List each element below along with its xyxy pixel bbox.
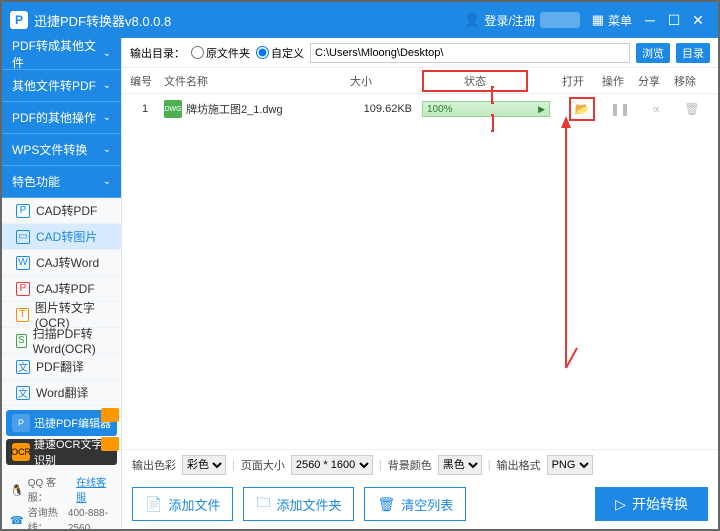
login-label: 登录/注册 [484, 12, 535, 29]
pdf-icon: P [16, 282, 30, 296]
output-path-bar: 输出目录： 原文件夹 自定义 浏览 目录 [122, 38, 718, 68]
start-convert-button[interactable]: ▷开始转换 [595, 487, 708, 521]
col-filename: 文件名称 [160, 73, 350, 89]
col-open: 打开 [562, 73, 602, 89]
table-header: 编号 文件名称 大小 状态 打开 操作 分享 移除 [122, 68, 718, 94]
cell-filename: DWG 牌坊施工图2_1.dwg [160, 100, 350, 118]
close-button[interactable]: ✕ [686, 12, 710, 29]
dwg-file-icon: DWG [164, 100, 182, 118]
radio-original-folder[interactable]: 原文件夹 [191, 45, 250, 61]
grid-icon: ▦ [592, 12, 604, 28]
sidebar-group-special[interactable]: 特色功能⌄ [2, 166, 121, 198]
scan-icon: S [16, 334, 27, 348]
bg-label: 背景颜色 [388, 457, 432, 473]
hot-badge-icon [101, 437, 119, 451]
play-icon: ▶ [538, 104, 545, 115]
menu-button[interactable]: ▦ 菜单 [592, 12, 632, 29]
sidebar-group-pdf-to-other[interactable]: PDF转成其他文件⌄ [2, 38, 121, 70]
word-icon: W [16, 256, 30, 270]
col-status: 状态 [422, 70, 562, 92]
action-bar: 📄添加文件 🗀添加文件夹 🗑清空列表 ▷开始转换 [122, 479, 718, 529]
sidebar-item-cad-to-image[interactable]: ▭CAD转图片 [2, 224, 121, 250]
table-row[interactable]: 1 DWG 牌坊施工图2_1.dwg 109.62KB 100%▶ 📂 ❚❚ ∝… [122, 94, 718, 124]
chevron-down-icon: ⌄ [103, 80, 111, 91]
trash-icon: 🗑 [377, 496, 395, 513]
doc-icon: P [16, 204, 30, 218]
color-label: 输出色彩 [132, 457, 176, 473]
sidebar-footer: 🐧QQ 客服：在线客服 ☎咨询热线：400-888-2560 ⌂官网地址 帮助中… [2, 472, 121, 529]
cell-open[interactable]: 📂 [562, 97, 602, 121]
play-circle-icon: ▷ [615, 496, 626, 513]
output-label: 输出目录： [130, 45, 185, 61]
chevron-down-icon: ⌄ [103, 48, 111, 59]
titlebar: P 迅捷PDF转换器v8.0.0.8 👤 登录/注册 ▦ 菜单 ─ ☐ ✕ [2, 2, 718, 38]
col-remove: 移除 [674, 73, 710, 89]
radio-custom-folder[interactable]: 自定义 [256, 45, 304, 61]
output-path-input[interactable] [310, 43, 630, 63]
member-badge [540, 12, 580, 28]
hot-badge-icon [101, 408, 119, 422]
add-file-button[interactable]: 📄添加文件 [132, 487, 233, 521]
folder-open-icon: 📂 [573, 101, 591, 117]
login-button[interactable]: 👤 登录/注册 [464, 12, 580, 29]
format-select[interactable]: PNG [547, 455, 593, 475]
clear-list-button[interactable]: 🗑清空列表 [364, 487, 466, 521]
user-icon: 👤 [464, 12, 480, 28]
cell-status: 100%▶ [422, 89, 562, 129]
share-button[interactable]: ∝ [638, 102, 674, 116]
page-label: 页面大小 [241, 457, 285, 473]
dir-button[interactable]: 目录 [676, 43, 710, 63]
image-icon: ▭ [16, 230, 30, 244]
col-share: 分享 [638, 73, 674, 89]
chevron-down-icon: ⌄ [103, 176, 111, 187]
col-operate: 操作 [602, 73, 638, 89]
qq-link[interactable]: 在线客服 [76, 476, 113, 506]
app-logo-icon: P [10, 11, 28, 29]
sidebar-item-pdf-translate[interactable]: 文PDF翻译 [2, 354, 121, 380]
col-index: 编号 [130, 73, 160, 89]
translate-icon: 文 [16, 386, 30, 400]
bg-color-select[interactable]: 黑色 [438, 455, 482, 475]
file-table: 编号 文件名称 大小 状态 打开 操作 分享 移除 1 DWG 牌坊施工图2_1… [122, 68, 718, 449]
chevron-down-icon: ⌄ [103, 112, 111, 123]
phone-icon: ☎ [10, 514, 24, 529]
editor-icon: P [12, 414, 30, 432]
delete-button[interactable]: 🗑 [674, 102, 710, 116]
options-bar: 输出色彩 彩色 | 页面大小 2560 * 1600 | 背景颜色 黑色 | 输… [122, 449, 718, 479]
sidebar-group-wps[interactable]: WPS文件转换⌄ [2, 134, 121, 166]
add-folder-button[interactable]: 🗀添加文件夹 [243, 487, 354, 521]
chevron-down-icon: ⌄ [103, 144, 111, 155]
page-size-select[interactable]: 2560 * 1600 [291, 455, 373, 475]
minimize-button[interactable]: ─ [638, 12, 662, 28]
file-plus-icon: 📄 [145, 496, 162, 513]
folder-plus-icon: 🗀 [256, 492, 270, 516]
fmt-label: 输出格式 [497, 457, 541, 473]
sidebar-item-scan-pdf-word[interactable]: S扫描PDF转Word(OCR) [2, 328, 121, 354]
sidebar-item-caj-to-word[interactable]: WCAJ转Word [2, 250, 121, 276]
sidebar-item-word-translate[interactable]: 文Word翻译 [2, 380, 121, 406]
annotation-arrow-icon [122, 68, 718, 449]
promo-pdf-editor[interactable]: P 迅捷PDF编辑器 [6, 410, 117, 436]
cell-index: 1 [130, 103, 160, 115]
sidebar-group-other-to-pdf[interactable]: 其他文件转PDF⌄ [2, 70, 121, 102]
menu-label: 菜单 [608, 12, 632, 29]
qq-icon: 🐧 [10, 484, 24, 499]
sidebar: PDF转成其他文件⌄ 其他文件转PDF⌄ PDF的其他操作⌄ WPS文件转换⌄ … [2, 38, 122, 529]
sidebar-item-cad-to-pdf[interactable]: PCAD转PDF [2, 198, 121, 224]
sidebar-group-pdf-ops[interactable]: PDF的其他操作⌄ [2, 102, 121, 134]
maximize-button[interactable]: ☐ [662, 12, 686, 29]
col-size: 大小 [350, 73, 422, 89]
translate-icon: 文 [16, 360, 30, 374]
content-area: 输出目录： 原文件夹 自定义 浏览 目录 编号 文件名称 大小 状态 打开 操作… [122, 38, 718, 529]
ocr-promo-icon: OCR [12, 443, 30, 461]
pause-button[interactable]: ❚❚ [602, 102, 638, 116]
promo-ocr[interactable]: OCR 捷速OCR文字识别 [6, 439, 117, 465]
cell-size: 109.62KB [350, 103, 422, 115]
browse-button[interactable]: 浏览 [636, 43, 670, 63]
app-title: 迅捷PDF转换器v8.0.0.8 [34, 11, 171, 30]
color-select[interactable]: 彩色 [182, 455, 226, 475]
ocr-icon: T [16, 308, 29, 322]
